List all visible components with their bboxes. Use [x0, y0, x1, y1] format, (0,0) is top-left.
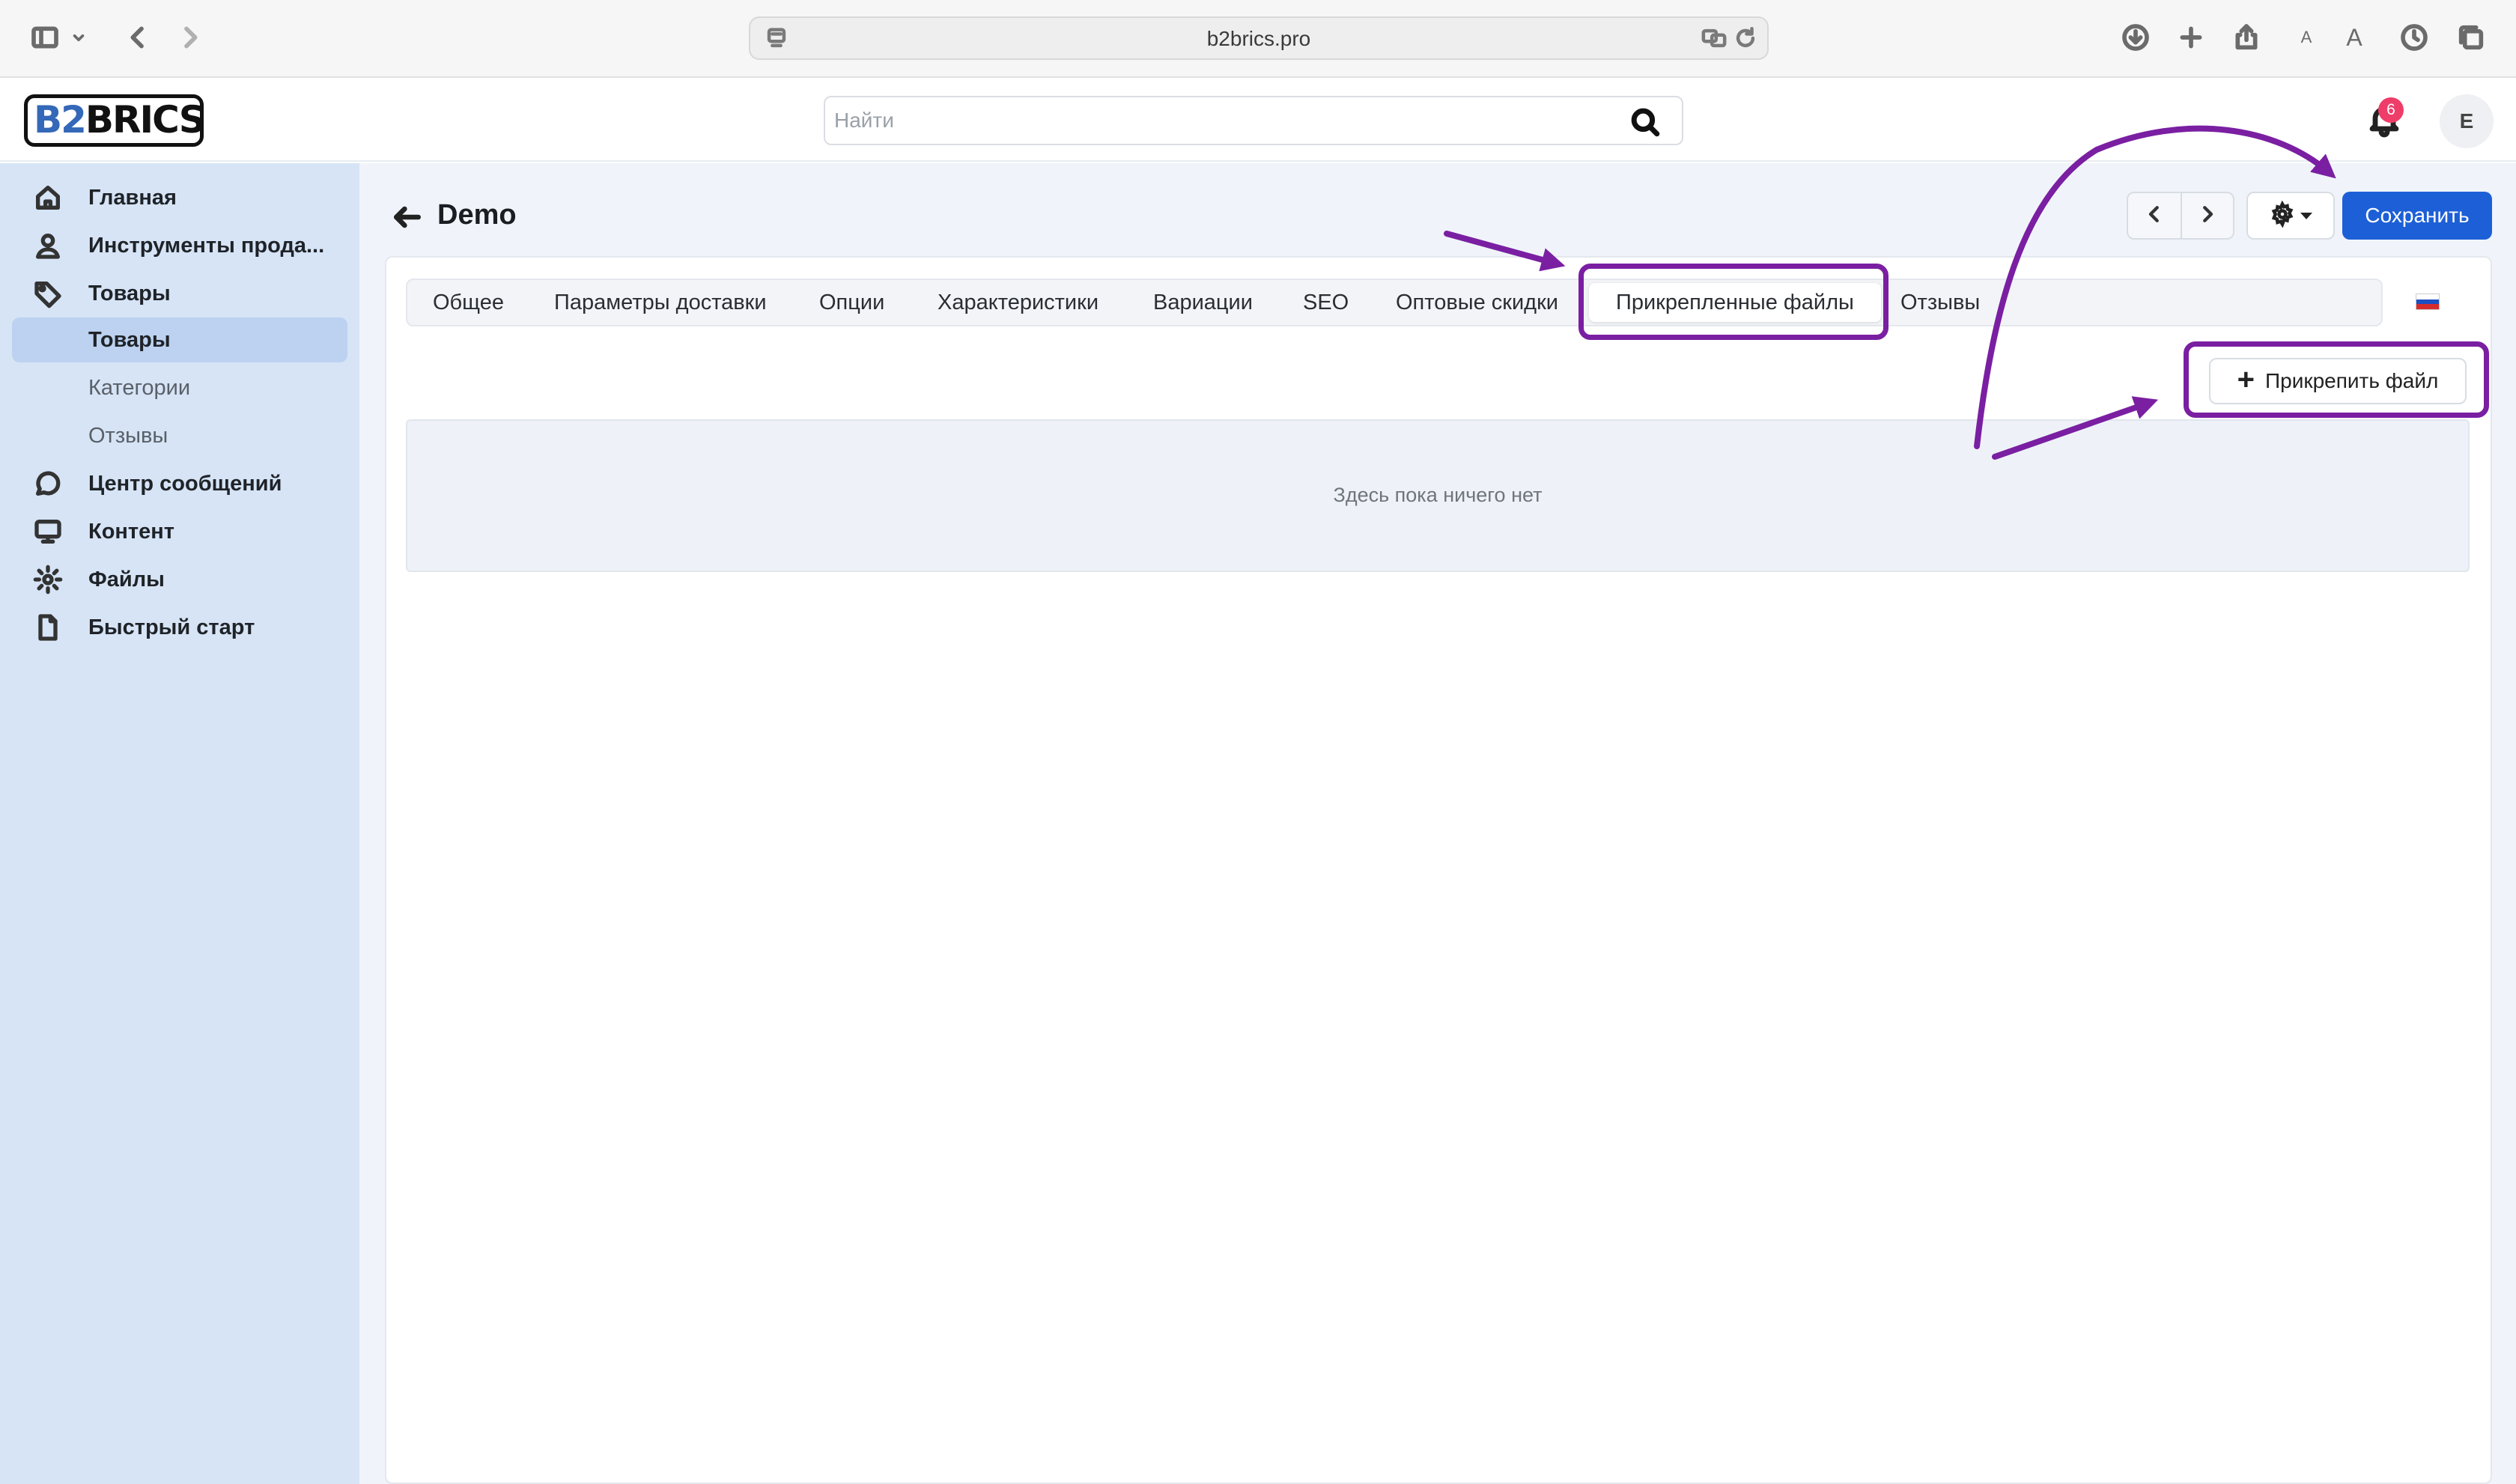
annotation-highlight-tab — [1578, 264, 1888, 340]
caret-down-icon — [2300, 212, 2312, 219]
avatar[interactable]: E — [2440, 94, 2494, 148]
sidebar-item-files[interactable]: Файлы — [12, 557, 347, 602]
translate-icon[interactable] — [1701, 25, 1727, 55]
chat-icon — [33, 469, 63, 499]
tab-seo[interactable]: SEO — [1303, 291, 1349, 315]
sidebar-toggle-icon[interactable] — [27, 19, 63, 55]
sidebar-item-label: Главная — [88, 186, 177, 210]
sidebar-item-label: Товары — [88, 328, 171, 352]
notification-badge: 6 — [2378, 97, 2404, 123]
tab-bar: Общее Параметры доставки Опции Характери… — [406, 279, 2383, 326]
home-icon — [33, 183, 63, 213]
sidebar-subitem-categories[interactable]: Категории — [12, 365, 347, 410]
tabs-overview-icon[interactable] — [2453, 19, 2489, 55]
annotation-highlight-attach — [2184, 341, 2489, 418]
sidebar-item-products[interactable]: Товары — [12, 271, 347, 316]
sidebar-item-label: Отзывы — [88, 424, 168, 448]
history-icon[interactable] — [2396, 19, 2432, 55]
language-flag-ru[interactable] — [2416, 294, 2440, 310]
sidebar-subitem-reviews[interactable]: Отзывы — [12, 413, 347, 458]
forward-icon[interactable] — [172, 19, 208, 55]
sidebar-item-label: Товары — [88, 282, 171, 305]
text-smaller-icon[interactable]: A — [2288, 19, 2324, 55]
sidebar-item-sales-tools[interactable]: Инструменты прода... — [12, 223, 347, 268]
document-icon — [33, 612, 63, 642]
browser-toolbar: b2brics.pro A A — [0, 0, 2516, 78]
empty-state-text: Здесь пока ничего нет — [1333, 484, 1543, 506]
text-larger-icon[interactable]: A — [2336, 19, 2372, 55]
tab-wholesale[interactable]: Оптовые скидки — [1396, 291, 1558, 315]
sidebar-item-label: Контент — [88, 520, 174, 544]
new-tab-icon[interactable] — [2173, 19, 2209, 55]
page-title: Demo — [437, 199, 517, 231]
record-navigation — [2127, 192, 2234, 240]
sidebar-item-home[interactable]: Главная — [12, 175, 347, 220]
sidebar-item-content[interactable]: Контент — [12, 509, 347, 554]
gear-icon — [33, 565, 63, 594]
download-icon[interactable] — [2118, 19, 2154, 55]
gear-icon — [2269, 200, 2296, 231]
logo-brics: BRICS — [85, 98, 206, 142]
address-bar[interactable]: b2brics.pro — [749, 16, 1769, 60]
sidebar-item-label: Категории — [88, 376, 191, 400]
sidebar-item-quick-start[interactable]: Быстрый старт — [12, 605, 347, 650]
tab-reviews[interactable]: Отзывы — [1900, 291, 1980, 315]
next-record-button[interactable] — [2180, 193, 2233, 238]
chevron-down-icon[interactable] — [67, 19, 90, 55]
files-empty-state: Здесь пока ничего нет — [406, 419, 2470, 572]
tab-general[interactable]: Общее — [433, 291, 504, 315]
search-icon[interactable] — [1629, 106, 1661, 142]
sidebar-item-label: Центр сообщений — [88, 472, 282, 496]
back-arrow-icon[interactable] — [391, 201, 425, 235]
tag-icon — [33, 279, 63, 308]
search-box — [824, 96, 1683, 145]
user-icon — [33, 231, 63, 261]
previous-record-button[interactable] — [2128, 193, 2181, 238]
save-button[interactable]: Сохранить — [2342, 192, 2492, 240]
tab-delivery[interactable]: Параметры доставки — [554, 291, 767, 315]
back-icon[interactable] — [120, 19, 156, 55]
monitor-icon — [33, 517, 63, 547]
tab-options[interactable]: Опции — [819, 291, 884, 315]
url-text: b2brics.pro — [1206, 27, 1311, 50]
sidebar-item-label: Инструменты прода... — [88, 234, 325, 258]
logo[interactable]: B2BRICS — [24, 94, 206, 147]
sidebar-subitem-products[interactable]: Товары — [12, 317, 347, 362]
logo-b2: B2 — [34, 98, 87, 142]
settings-dropdown-button[interactable] — [2246, 192, 2335, 240]
tab-characteristics[interactable]: Характеристики — [938, 291, 1099, 315]
search-input[interactable] — [834, 103, 1583, 138]
sidebar-item-messages[interactable]: Центр сообщений — [12, 461, 347, 506]
tab-variations[interactable]: Вариации — [1153, 291, 1253, 315]
reload-icon[interactable] — [1733, 25, 1758, 55]
share-icon[interactable] — [2228, 19, 2264, 55]
chevron-left-icon — [2143, 203, 2166, 229]
sidebar-item-label: Файлы — [88, 568, 165, 592]
chevron-right-icon — [2196, 203, 2219, 229]
sidebar-item-label: Быстрый старт — [88, 615, 255, 639]
screen: b2brics.pro A A B2BRICS Найти 6 E Главна… — [0, 0, 2516, 1484]
app-header: B2BRICS 6 E — [0, 79, 2516, 162]
